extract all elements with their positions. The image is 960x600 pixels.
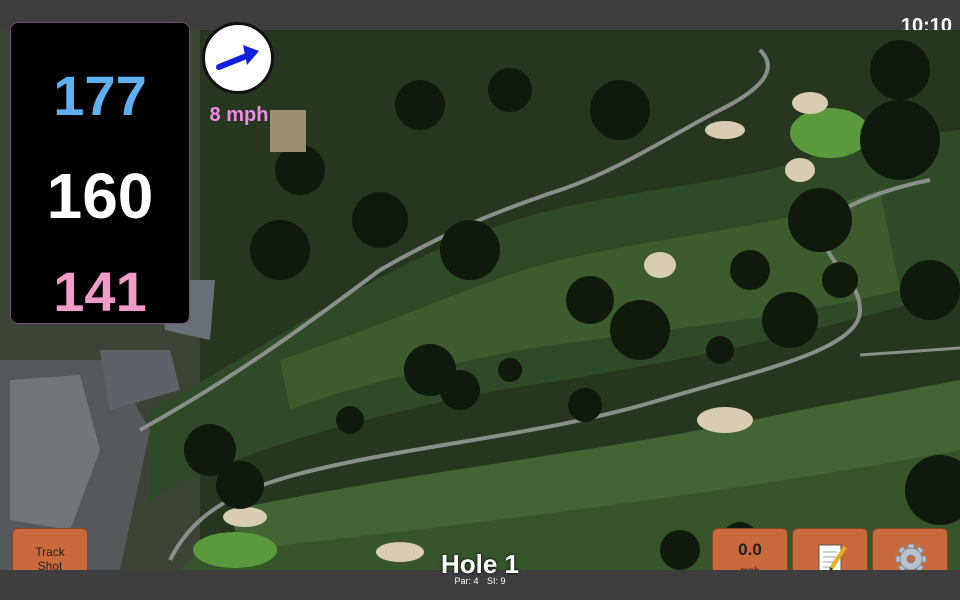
speed-value: 0.0 bbox=[738, 540, 762, 559]
track-shot-label-line1: Track bbox=[35, 545, 65, 559]
distance-panel: 177 160 141 bbox=[10, 22, 190, 324]
hole-par: Par: 4 bbox=[454, 576, 479, 586]
wind-indicator bbox=[202, 22, 274, 94]
distance-front: 141 bbox=[53, 260, 147, 323]
hole-info: Par: 4 SI: 9 bbox=[380, 576, 580, 586]
hole-si: SI: 9 bbox=[487, 576, 506, 586]
wind-arrow-icon bbox=[216, 45, 259, 70]
distance-middle: 160 bbox=[46, 160, 154, 232]
distance-back: 177 bbox=[53, 64, 147, 127]
wind-speed: 8 mph bbox=[209, 104, 269, 126]
